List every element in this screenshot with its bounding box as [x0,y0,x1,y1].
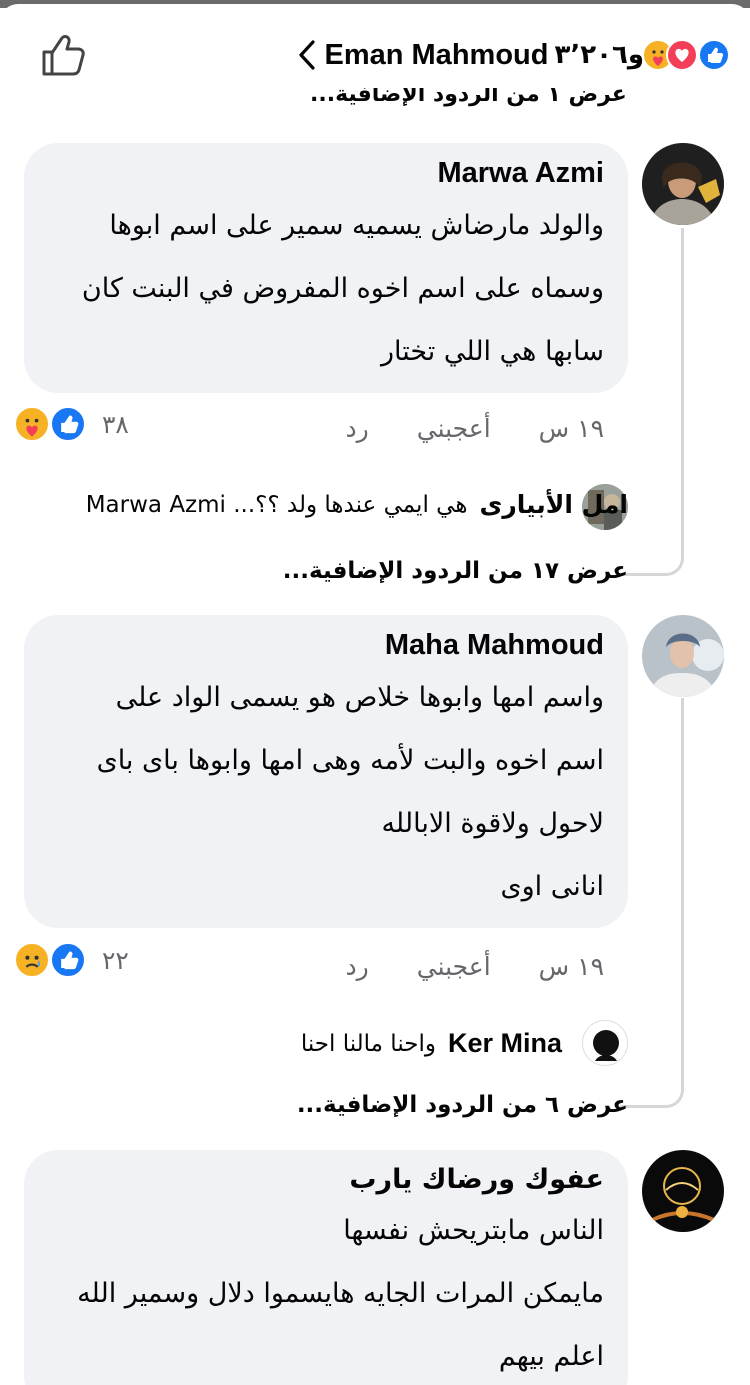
comment-text: والولد مارضاش يسميه سمير على اسم ابوها و… [50,194,604,383]
reply-text: هي ايمي عندها ولد ؟؟... Marwa Azmi [85,491,468,518]
comment-bubble: Marwa Azmi والولد مارضاش يسميه سمير على … [24,143,628,393]
avatar[interactable] [642,143,724,225]
comment-reactions[interactable]: ٢٢ [14,942,129,978]
like-icon [50,942,86,978]
partial-more-replies-link[interactable]: عرض ١ من الردود الإضافية... [310,88,627,108]
love-icon [666,39,698,71]
thread-line [681,698,684,1078]
header-reaction-count: و٣٬٢٠٦ [554,40,644,70]
reply-link[interactable]: رد [346,952,369,981]
comment-meta: ١٩ س أعجبني رد [346,414,604,443]
reaction-summary[interactable]: و٣٬٢٠٦ Eman Mahmoud [291,30,730,80]
comment-line: لاحول ولاقوة الابالله [381,808,604,839]
thread-elbow [620,1060,684,1108]
comment-meta: ١٩ س أعجبني رد [346,952,604,981]
reply-link[interactable]: رد [346,414,369,443]
sad-icon [14,942,50,978]
comment-line: اعلم بيهم [498,1341,604,1372]
comment-line: والولد مارضاش يسميه سمير على اسم ابوها [109,210,604,241]
reply-preview[interactable]: Ker Mina واحنا مالنا احنا [301,1028,562,1059]
comments-header: و٣٬٢٠٦ Eman Mahmoud [0,20,750,90]
comment-text: الناس مابتريحش نفسها مايمكن المرات الجاي… [50,1199,604,1385]
comment-time: ١٩ س [538,414,604,443]
view-more-replies-link[interactable]: عرض ٦ من الردود الإضافية... [297,1092,628,1118]
comment-bubble: عفوك ورضاك يارب الناس مابتريحش نفسها ماي… [24,1150,628,1385]
like-link[interactable]: أعجبني [417,414,491,443]
comment-author[interactable]: Maha Mahmoud [50,629,604,662]
comment-line: سابها هي اللي تختار [380,336,604,367]
comment-author[interactable]: عفوك ورضاك يارب [50,1164,604,1195]
reply-avatar[interactable] [582,1020,628,1066]
comment-time: ١٩ س [538,952,604,981]
reaction-count: ٢٢ [102,945,129,975]
comment-line: واسم امها وابوها خلاص هو يسمى الواد على [115,682,604,713]
header-reaction-icons [642,39,730,71]
avatar[interactable] [642,615,724,697]
comment-reactions[interactable]: ٣٨ [14,406,129,442]
like-icon [50,406,86,442]
reply-author: Ker Mina [447,1028,562,1058]
comment-text: واسم امها وابوها خلاص هو يسمى الواد على … [50,666,604,918]
reaction-count: ٣٨ [102,409,129,439]
comment-bubble: Maha Mahmoud واسم امها وابوها خلاص هو يس… [24,615,628,928]
view-more-replies-link[interactable]: عرض ١٧ من الردود الإضافية... [283,558,628,584]
thread-line [681,228,684,548]
comment-line: الناس مابتريحش نفسها [343,1215,604,1246]
back-chevron-icon[interactable] [295,38,319,72]
post-author-name: Eman Mahmoud [324,38,549,71]
comment-line: وسماه على اسم اخوه المفروض في البنت كان [81,273,604,304]
comment-line: انانى اوى [500,871,604,902]
thread-elbow [620,530,684,576]
avatar[interactable] [642,1150,724,1232]
comment-line: اسم اخوه والبت لأمه وهى امها وابوها باى … [96,745,604,776]
care-icon [14,406,50,442]
like-icon [698,39,730,71]
comment-author[interactable]: Marwa Azmi [50,157,604,190]
like-thumb-icon[interactable] [38,32,86,78]
reply-author: امل الأبيارى [479,490,628,519]
comment-line: مايمكن المرات الجايه هايسموا دلال وسمير … [77,1278,604,1309]
like-link[interactable]: أعجبني [417,952,491,981]
reply-text: واحنا مالنا احنا [300,1030,436,1057]
reply-preview[interactable]: امل الأبيارى هي ايمي عندها ولد ؟؟... Mar… [86,490,628,519]
